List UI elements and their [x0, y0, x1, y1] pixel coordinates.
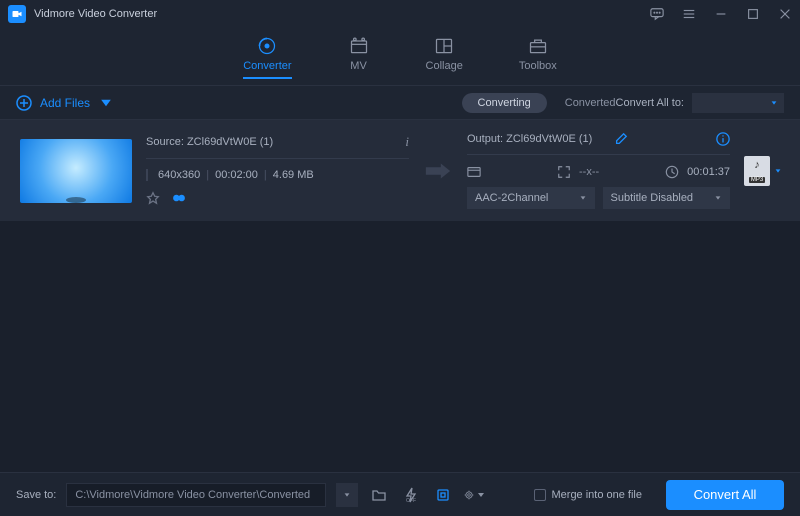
output-resolution: --x-- — [579, 166, 657, 178]
mv-icon — [348, 36, 370, 56]
content-area — [0, 222, 800, 472]
settings-button[interactable] — [464, 484, 486, 506]
source-duration: 00:02:00 — [215, 169, 258, 181]
convert-all-format-dropdown[interactable] — [692, 93, 784, 113]
video-icon — [467, 165, 481, 179]
svg-text:OFF: OFF — [406, 498, 416, 503]
merge-checkbox[interactable]: Merge into one file — [534, 489, 643, 501]
chevron-down-icon — [343, 491, 351, 499]
toolbox-icon — [527, 36, 549, 56]
feedback-icon[interactable] — [650, 7, 664, 21]
source-title: Source: ZCl69dVtW0E (1) — [146, 136, 391, 148]
gpu-button[interactable] — [432, 484, 454, 506]
output-title: Output: ZCl69dVtW0E (1) — [467, 133, 600, 145]
segment-converting[interactable]: Converting — [462, 93, 547, 113]
source-filesize: 4.69 MB — [273, 169, 314, 181]
hardware-accel-button[interactable]: OFF — [400, 484, 422, 506]
audio-dropdown[interactable]: AAC-2Channel — [467, 187, 595, 209]
tab-label: Toolbox — [519, 60, 557, 72]
enhance-icon[interactable] — [172, 191, 186, 208]
chevron-down-icon — [714, 194, 722, 202]
video-thumbnail[interactable] — [20, 139, 132, 203]
titlebar: Vidmore Video Converter — [0, 0, 800, 28]
menu-icon[interactable] — [682, 7, 696, 21]
merge-label: Merge into one file — [552, 489, 643, 501]
chevron-down-icon — [774, 167, 782, 175]
source-resolution: 640x360 — [158, 169, 200, 181]
arrow-icon — [423, 161, 453, 181]
save-path-field[interactable]: C:\Vidmore\Vidmore Video Converter\Conve… — [66, 483, 326, 507]
main-tabs: Converter MV Collage Toolbox — [0, 28, 800, 86]
save-path-value: C:\Vidmore\Vidmore Video Converter\Conve… — [75, 489, 310, 501]
output-format-selector[interactable] — [744, 156, 784, 186]
edit-icon[interactable] — [614, 132, 628, 146]
expand-icon — [557, 165, 571, 179]
info-icon[interactable]: i — [405, 134, 409, 150]
save-to-label: Save to: — [16, 489, 56, 501]
chevron-down-icon — [770, 99, 778, 107]
audio-dd-value: AAC-2Channel — [475, 192, 548, 204]
convert-all-to-label: Convert All to: — [616, 97, 684, 109]
tab-label: Collage — [426, 60, 463, 72]
open-folder-button[interactable] — [368, 484, 390, 506]
tab-label: Converter — [243, 60, 291, 72]
tab-toolbox[interactable]: Toolbox — [519, 36, 557, 78]
checkbox-icon — [534, 489, 546, 501]
chevron-down-icon — [579, 194, 587, 202]
save-path-dropdown[interactable] — [336, 483, 358, 507]
maximize-icon[interactable] — [746, 7, 760, 21]
subtitle-dd-value: Subtitle Disabled — [611, 192, 694, 204]
source-column: Source: ZCl69dVtW0E (1) i 640x360 | 00:0… — [146, 134, 409, 208]
source-meta: 640x360 | 00:02:00 | 4.69 MB — [146, 169, 409, 181]
converter-icon — [256, 36, 278, 56]
output-duration: 00:01:37 — [687, 166, 730, 178]
segment-converted[interactable]: Converted — [565, 97, 616, 109]
info-circle-icon[interactable] — [716, 132, 730, 146]
chevron-down-icon — [98, 95, 114, 111]
tab-converter[interactable]: Converter — [243, 36, 291, 78]
chevron-down-icon — [476, 487, 486, 503]
minimize-icon[interactable] — [714, 7, 728, 21]
app-logo-icon — [8, 5, 26, 23]
tab-label: MV — [350, 60, 367, 72]
clock-icon — [665, 165, 679, 179]
add-files-button[interactable]: Add Files — [16, 95, 114, 111]
plus-circle-icon — [16, 95, 32, 111]
tab-mv[interactable]: MV — [348, 36, 370, 78]
format-badge-mp3 — [744, 156, 770, 186]
status-segment: Converting — [462, 93, 547, 113]
tab-collage[interactable]: Collage — [426, 36, 463, 78]
output-column: Output: ZCl69dVtW0E (1) --x-- 00:01:37 A… — [467, 132, 730, 209]
footer: Save to: C:\Vidmore\Vidmore Video Conver… — [0, 472, 800, 516]
add-files-label: Add Files — [40, 96, 90, 110]
close-icon[interactable] — [778, 7, 792, 21]
convert-all-button[interactable]: Convert All — [666, 480, 784, 510]
subtitle-dropdown[interactable]: Subtitle Disabled — [603, 187, 731, 209]
collage-icon — [433, 36, 455, 56]
toolbar: Add Files Converting Converted Convert A… — [0, 86, 800, 120]
star-icon[interactable] — [146, 191, 160, 208]
file-item: Source: ZCl69dVtW0E (1) i 640x360 | 00:0… — [0, 120, 800, 222]
app-title: Vidmore Video Converter — [34, 8, 650, 20]
